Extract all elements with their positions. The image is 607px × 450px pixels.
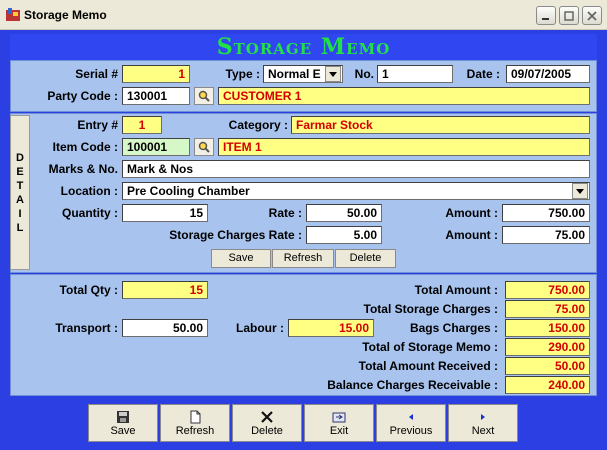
next-button-label: Next — [471, 425, 495, 437]
app-icon — [6, 8, 20, 22]
chevron-down-icon — [576, 188, 584, 194]
detail-tab[interactable]: D E T A I L — [10, 115, 30, 270]
exit-button[interactable]: Exit — [304, 404, 374, 442]
detail-tab-letter: T — [16, 179, 24, 192]
date-field[interactable]: 09/07/2005 — [506, 65, 590, 83]
location-label: Location : — [60, 184, 118, 198]
refresh-button[interactable]: Refresh — [160, 404, 230, 442]
storage-rate-label: Storage Charges Rate : — [169, 228, 302, 242]
party-code-field[interactable]: 130001 — [122, 87, 190, 105]
location-dropdown-button[interactable] — [572, 183, 588, 199]
entry-field[interactable]: 1 — [122, 116, 162, 134]
amount2-label: Amount : — [445, 228, 498, 242]
detail-refresh-button[interactable]: Refresh — [272, 249, 334, 268]
delete-icon — [261, 411, 273, 423]
marks-label: Marks & No. — [48, 162, 118, 176]
page-title: Storage Memo — [216, 34, 391, 60]
exit-button-label: Exit — [329, 425, 349, 437]
location-select-value: Pre Cooling Chamber — [127, 184, 250, 198]
amount-label: Amount : — [445, 206, 498, 220]
type-dropdown-button[interactable] — [325, 66, 341, 82]
total-qty-label: Total Qty : — [59, 283, 118, 297]
item-name-field: ITEM 1 — [218, 138, 590, 156]
detail-tab-letter: E — [16, 165, 24, 178]
transport-field[interactable]: 50.00 — [122, 319, 208, 337]
entry-label: Entry # — [77, 118, 118, 132]
bags-field[interactable]: 150.00 — [505, 319, 590, 337]
marks-field[interactable]: Mark & Nos — [122, 160, 590, 178]
total-memo-field: 290.00 — [505, 338, 590, 356]
delete-button-label: Delete — [251, 425, 283, 437]
arrow-left-icon — [409, 414, 413, 420]
amount-field[interactable]: 750.00 — [502, 204, 590, 222]
item-lookup-button[interactable] — [194, 138, 214, 156]
search-icon — [198, 90, 210, 102]
balance-field: 240.00 — [505, 376, 590, 394]
maximize-icon — [564, 10, 574, 21]
total-qty-field: 15 — [122, 281, 208, 299]
total-storage-label: Total Storage Charges : — [363, 302, 498, 316]
total-amount-label: Total Amount : — [414, 283, 498, 297]
chevron-down-icon — [329, 71, 337, 77]
date-label: Date : — [466, 67, 500, 81]
rate-field[interactable]: 50.00 — [306, 204, 382, 222]
quantity-field[interactable]: 15 — [122, 204, 208, 222]
item-code-field[interactable]: 100001 — [122, 138, 190, 156]
received-label: Total Amount Received : — [358, 359, 498, 373]
serial-field[interactable]: 1 — [122, 65, 190, 83]
party-lookup-button[interactable] — [194, 87, 214, 105]
window-title: Storage Memo — [24, 8, 107, 22]
detail-delete-button[interactable]: Delete — [335, 249, 396, 268]
total-memo-label: Total of Storage Memo : — [362, 340, 498, 354]
labour-field[interactable]: 15.00 — [288, 319, 374, 337]
item-code-label: Item Code : — [52, 140, 118, 154]
amount2-field[interactable]: 75.00 — [502, 226, 590, 244]
detail-save-button[interactable]: Save — [211, 249, 271, 268]
document-icon — [190, 410, 201, 424]
header-bar: Storage Memo — [10, 34, 597, 60]
search-icon — [198, 141, 210, 153]
no-label: No. — [354, 67, 374, 81]
minimize-icon — [542, 17, 549, 20]
type-label: Type : — [225, 67, 260, 81]
exit-icon — [332, 412, 346, 423]
quantity-label: Quantity : — [62, 206, 118, 220]
close-button[interactable] — [582, 6, 602, 25]
detail-tab-letter: A — [16, 193, 24, 206]
no-field[interactable]: 1 — [377, 65, 453, 83]
minimize-button[interactable] — [536, 6, 556, 25]
location-select[interactable]: Pre Cooling Chamber — [122, 182, 590, 200]
serial-label: Serial # — [75, 67, 118, 81]
previous-button-label: Previous — [389, 425, 433, 437]
balance-label: Balance Charges Receivable : — [327, 378, 498, 392]
labour-label: Labour : — [236, 321, 284, 335]
save-button[interactable]: Save — [88, 404, 158, 442]
detail-tab-letter: D — [16, 151, 24, 164]
bags-label: Bags Charges : — [409, 321, 498, 335]
save-button-label: Save — [110, 425, 136, 437]
detail-tab-letter: I — [18, 207, 22, 220]
maximize-button[interactable] — [559, 6, 579, 25]
close-icon — [587, 10, 597, 21]
next-button[interactable]: Next — [448, 404, 518, 442]
type-select-value: Normal E — [268, 67, 321, 81]
arrow-right-icon — [481, 414, 485, 420]
rate-label: Rate : — [268, 206, 302, 220]
category-label: Category : — [228, 118, 288, 132]
total-storage-field: 75.00 — [505, 300, 590, 318]
storage-rate-field[interactable]: 5.00 — [306, 226, 382, 244]
party-name-field: CUSTOMER 1 — [218, 87, 590, 105]
received-field[interactable]: 50.00 — [505, 357, 590, 375]
party-code-label: Party Code : — [47, 89, 118, 103]
previous-button[interactable]: Previous — [376, 404, 446, 442]
delete-button[interactable]: Delete — [232, 404, 302, 442]
transport-label: Transport : — [55, 321, 118, 335]
window-titlebar: Storage Memo — [0, 0, 607, 30]
refresh-button-label: Refresh — [175, 425, 215, 437]
save-icon — [117, 411, 129, 423]
detail-tab-letter: L — [16, 221, 24, 234]
category-field[interactable]: Farmar Stock — [291, 116, 590, 134]
total-amount-field: 750.00 — [505, 281, 590, 299]
